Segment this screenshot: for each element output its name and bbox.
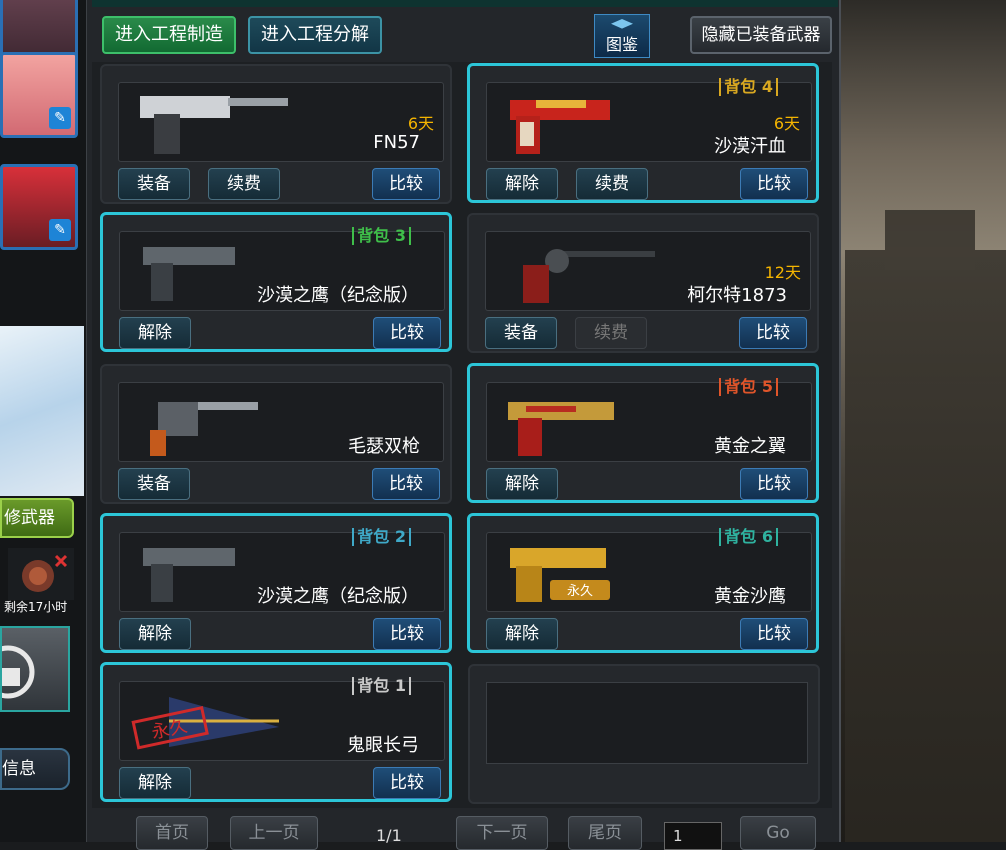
remaining-days: 6天 (773, 114, 800, 133)
bag-slot-label: 背包 1 (352, 677, 411, 695)
page-number-input[interactable]: 1 (664, 822, 722, 850)
bag-slot-label: 背包 4 (719, 78, 778, 96)
equip-button[interactable]: 装备 (118, 168, 190, 200)
bag-slot-label: 背包 3 (352, 227, 411, 245)
bag-slot-label: 背包 6 (719, 528, 778, 546)
compare-button[interactable]: 比较 (740, 168, 808, 200)
weapon-card[interactable]: 12天 柯尔特1873 装备 续费 比较 (467, 213, 819, 353)
weapon-card[interactable]: 永久 背包 6 黄金沙鹰 解除 比较 (467, 513, 819, 653)
remaining-time: 剩余17小时 (4, 600, 68, 614)
unequip-button[interactable]: 解除 (486, 618, 558, 650)
weapon-card[interactable]: 6天 FN57 装备 续费 比较 (100, 64, 452, 204)
background-building (845, 210, 1006, 842)
weapon-card[interactable]: 毛瑟双枪 装备 比较 (100, 364, 452, 504)
go-button[interactable]: Go (740, 816, 816, 850)
weapon-name: 黄金沙鹰 (714, 586, 786, 607)
repair-weapon-button[interactable]: 修武器 (0, 498, 74, 538)
compare-button[interactable]: 比较 (373, 317, 441, 349)
locked-slot[interactable] (0, 626, 70, 712)
weapon-name: 柯尔特1873 (687, 285, 787, 306)
weapon-frame (486, 682, 808, 764)
graduation-cap-icon (611, 19, 633, 29)
compare-button[interactable]: 比较 (740, 468, 808, 500)
first-page-button[interactable]: 首页 (136, 816, 208, 850)
wrench-icon[interactable]: ✎ (49, 107, 71, 129)
top-tab-strip (92, 0, 838, 7)
avatar-2[interactable]: ✎ (0, 52, 78, 138)
prev-page-button[interactable]: 上一页 (230, 816, 318, 850)
renew-button[interactable]: 续费 (576, 168, 648, 200)
remaining-days: 6天 (407, 114, 434, 133)
enter-craft-button[interactable]: 进入工程制造 (102, 16, 236, 54)
info-button[interactable]: 信息 (0, 748, 70, 790)
renew-button[interactable]: 续费 (575, 317, 647, 349)
weapon-name: 沙漠汗血 (714, 136, 786, 157)
hide-equipped-button[interactable]: 隐藏已装备武器 (690, 16, 832, 54)
compare-button[interactable]: 比较 (372, 468, 440, 500)
weapon-name: 沙漠之鹰（纪念版） (257, 586, 419, 607)
equip-button[interactable]: 装备 (485, 317, 557, 349)
bag-slot-label: 背包 2 (352, 528, 411, 546)
next-page-button[interactable]: 下一页 (456, 816, 548, 850)
last-page-button[interactable]: 尾页 (568, 816, 642, 850)
compare-button[interactable]: 比较 (373, 618, 441, 650)
pistol-icon (140, 96, 288, 154)
enter-decompose-button[interactable]: 进入工程分解 (248, 16, 382, 54)
unequip-button[interactable]: 解除 (486, 168, 558, 200)
codex-button[interactable]: 图鉴 (594, 14, 650, 58)
weapon-name: 黄金之翼 (714, 436, 786, 457)
weapon-card[interactable]: 背包 3 沙漠之鹰（纪念版） 解除 比较 (100, 212, 452, 352)
weapon-card[interactable]: 永久 背包 1 鬼眼长弓 解除 比较 (100, 662, 452, 802)
pistol-icon (150, 402, 258, 456)
remaining-days: 12天 (764, 263, 801, 282)
weapon-name: 沙漠之鹰（纪念版） (257, 285, 419, 306)
compare-button[interactable]: 比较 (739, 317, 807, 349)
pistol-icon (510, 100, 610, 154)
avatar-3[interactable]: ✎ (0, 164, 78, 250)
mine-icon (22, 554, 68, 592)
unequip-button[interactable]: 解除 (119, 767, 191, 799)
compare-button[interactable]: 比较 (740, 618, 808, 650)
event-banner[interactable] (0, 326, 84, 496)
unequip-button[interactable]: 解除 (119, 317, 191, 349)
wrench-icon[interactable]: ✎ (49, 219, 71, 241)
pistol-icon: 永久 (510, 548, 610, 602)
bag-slot-label: 背包 5 (719, 378, 778, 396)
bow-icon: 永久 (131, 697, 279, 750)
lock-icon (0, 645, 35, 699)
compare-button[interactable]: 比较 (372, 168, 440, 200)
revolver-icon (523, 249, 655, 303)
empty-weapon-slot (468, 664, 820, 804)
compare-button[interactable]: 比较 (373, 767, 441, 799)
renew-button[interactable]: 续费 (208, 168, 280, 200)
codex-label: 图鉴 (605, 35, 638, 54)
weapon-name: 鬼眼长弓 (347, 735, 419, 756)
weapon-name: 毛瑟双枪 (348, 436, 420, 457)
unequip-button[interactable]: 解除 (486, 468, 558, 500)
permanent-stamp: 永久 (567, 584, 593, 599)
equip-button[interactable]: 装备 (118, 468, 190, 500)
item-thumbnail (8, 548, 74, 600)
pistol-icon (508, 402, 614, 456)
weapon-card[interactable]: 背包 5 黄金之翼 解除 比较 (467, 363, 819, 503)
weapon-card[interactable]: 背包 4 6天 沙漠汗血 解除 续费 比较 (467, 63, 819, 203)
weapon-name: FN57 (373, 132, 420, 153)
weapon-card[interactable]: 背包 2 沙漠之鹰（纪念版） 解除 比较 (100, 513, 452, 653)
unequip-button[interactable]: 解除 (119, 618, 191, 650)
page-indicator: 1/1 (376, 826, 402, 845)
